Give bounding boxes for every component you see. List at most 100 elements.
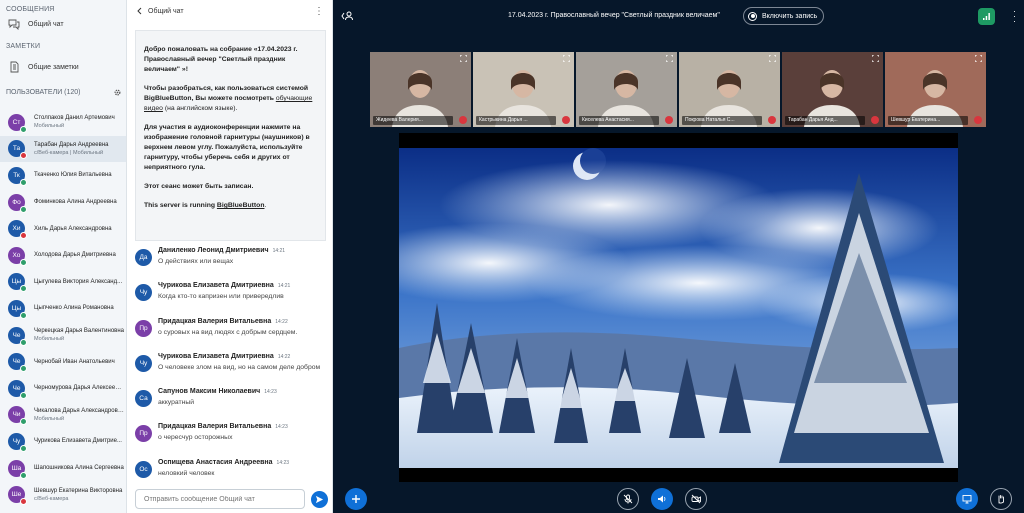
camera-button[interactable] <box>685 488 707 510</box>
message-body: Оспищева Анастасия Андреевна 14:23 неловки… <box>158 458 328 493</box>
expand-icon[interactable] <box>872 55 879 62</box>
webcam-tile[interactable]: Тарабан Дарья Анд... <box>782 52 883 127</box>
webcam-tile[interactable]: Покрова Наталья С... <box>679 52 780 127</box>
users-header: ПОЛЬЗОВАТЕЛИ (120) <box>0 80 126 101</box>
webcam-name: Кастрыкина Дарья ... <box>476 116 556 125</box>
user-name: Цыгулева Виктория Александ... <box>34 278 123 285</box>
message-author-line: Чурикова Елизавета Дмитриевна 14:22 <box>158 352 328 362</box>
bigbluebutton-link[interactable]: BigBlueButton <box>217 202 265 209</box>
user-list-item[interactable]: Цы Цыгулева Виктория Александ... <box>0 269 126 296</box>
status-indicator <box>20 125 27 133</box>
avatar-initials: Тк <box>13 171 20 179</box>
send-icon <box>315 495 324 504</box>
webcam-tile[interactable]: Киселева Анастасия... <box>576 52 677 127</box>
avatar: Ше <box>8 486 27 506</box>
webcam-tile[interactable]: Кастрыкина Дарья ... <box>473 52 574 127</box>
microphone-off-icon <box>623 494 633 504</box>
messages-section-title: СООБЩЕНИЯ <box>6 6 55 13</box>
avatar: Чи <box>8 406 27 426</box>
user-info: Хиль Дарья Александровна <box>34 225 124 233</box>
avatar: Чу <box>135 284 152 302</box>
avatar: Фо <box>8 193 27 213</box>
message-body: Придацкая Валерия Витальевна 14:22 о суров… <box>158 317 328 352</box>
notes-section-title: ЗАМЕТКИ <box>6 43 41 50</box>
mute-button[interactable] <box>617 488 639 510</box>
user-list-item[interactable]: Че Черномурова Дарья Алексеевна <box>0 375 126 402</box>
user-list-item[interactable]: Ша Шапошникова Алина Сергеевна <box>0 455 126 482</box>
message-text: О действиях или вещах <box>158 258 234 265</box>
user-list-item[interactable]: Че Чернобай Иван Анатольевич <box>0 348 126 375</box>
expand-icon[interactable] <box>460 55 467 62</box>
webcam-name: Киселева Анастасия... <box>579 116 659 125</box>
welcome-greeting: Добро пожаловать на собрание «17.04.2023… <box>144 46 298 73</box>
user-list-item[interactable]: Хо Холодова Дарья Дмитриевна <box>0 242 126 269</box>
shared-notes-link[interactable]: Общие заметки <box>0 58 126 76</box>
status-indicator <box>20 152 27 160</box>
user-list-item[interactable]: Чу Чурикова Елизавета Дмитрие... <box>0 428 126 455</box>
user-list-item[interactable]: Тк Ткаченко Юлия Витальевна <box>0 162 126 189</box>
message-author: Придацкая Валерия Витальевна <box>158 423 272 431</box>
webcam-tile[interactable]: Жидеева Валерия... <box>370 52 471 127</box>
user-name: Шевшур Екатерина Викторовна <box>34 487 123 494</box>
record-button[interactable]: Включить запись <box>743 7 825 25</box>
expand-icon[interactable] <box>769 55 776 62</box>
user-list-item[interactable]: Че Черкецкая Дарья Валентиновна Мобильный <box>0 322 126 349</box>
expand-icon[interactable] <box>563 55 570 62</box>
message-author: Даниленко Леонид Дмитриевич <box>158 247 269 254</box>
users-section-title: ПОЛЬЗОВАТЕЛИ (120) <box>6 89 81 96</box>
user-info: Чикалова Дарья Александровна Мобильный <box>34 407 124 423</box>
user-list-toggle-icon[interactable] <box>341 11 353 21</box>
expand-icon[interactable] <box>666 55 673 62</box>
actions-plus-button[interactable] <box>345 488 367 510</box>
avatar-initials: Че <box>12 384 21 392</box>
server-note-end: . <box>264 202 267 209</box>
user-info: Шапошникова Алина Сергеевна <box>34 464 124 472</box>
bottom-bar <box>333 487 1024 513</box>
user-list-item[interactable]: Цы Цыпченко Алина Романовна <box>0 295 126 322</box>
avatar: Са <box>135 390 152 408</box>
message-time: 14:21 <box>272 248 286 254</box>
user-info: Цыпченко Алина Романовна <box>34 304 124 312</box>
avatar-initials: Че <box>12 358 21 366</box>
presentation-button[interactable] <box>956 488 978 510</box>
user-name: Ткаченко Юлия Витальевна <box>34 172 112 179</box>
user-info: Цыгулева Виктория Александ... <box>34 278 124 286</box>
user-name: Цыпченко Алина Романовна <box>34 305 114 312</box>
status-indicator <box>20 205 27 213</box>
user-list-item[interactable]: Ше Шевшур Екатерина Викторовна с/Веб-камер… <box>0 481 126 508</box>
webcam-tile[interactable]: Шевшур Екатерина... <box>885 52 986 127</box>
sidebar: СООБЩЕНИЯ Общий чат ЗАМЕТКИ Общие заметк… <box>0 0 127 513</box>
avatar-initials: Чу <box>139 289 148 297</box>
status-indicator <box>20 471 27 479</box>
expand-icon[interactable] <box>975 55 982 62</box>
user-list-item[interactable]: Ст Столпаков Данил Артемович Мобильный <box>0 109 126 136</box>
user-name: Черкецкая Дарья Валентиновна <box>34 328 124 335</box>
user-list-item[interactable]: Та Тарабан Дарья Андреевна с/Веб-камера | … <box>0 135 126 163</box>
avatar: Пр <box>135 319 152 337</box>
avatar: Та <box>8 140 27 160</box>
send-button[interactable] <box>311 491 328 508</box>
message-time: 14:22 <box>275 318 288 325</box>
connection-status-button[interactable] <box>978 8 995 25</box>
chat-options-icon[interactable]: ⋮ <box>314 6 324 17</box>
gear-icon[interactable] <box>113 88 122 97</box>
avatar-initials: Хи <box>12 225 21 233</box>
user-list-item[interactable]: Хи Хиль Дарья Александровна <box>0 215 126 242</box>
winter-forest-image <box>349 133 979 482</box>
public-chat-link[interactable]: Общий чат <box>0 15 126 33</box>
avatar-initials: Да <box>139 254 148 261</box>
chevron-left-icon <box>137 7 142 15</box>
chat-back-button[interactable]: Общий чат <box>136 7 184 15</box>
user-info: Столпаков Данил Артемович Мобильный <box>34 114 124 130</box>
avatar: Ос <box>135 460 152 478</box>
chat-header: Общий чат ⋮ <box>128 0 332 22</box>
avatar-initials: Ст <box>12 118 21 126</box>
user-list-item[interactable]: Фо Фоминкова Алина Андреевна <box>0 189 126 216</box>
audio-button[interactable] <box>651 488 673 510</box>
chat-panel: Общий чат ⋮ Добро пожаловать на собрание… <box>128 0 333 513</box>
user-list-item[interactable]: Чи Чикалова Дарья Александровна Мобильный <box>0 402 126 429</box>
chat-message-input[interactable] <box>135 489 305 509</box>
raise-hand-button[interactable] <box>990 488 1012 510</box>
options-menu-icon[interactable]: · · · <box>1013 7 1016 26</box>
status-indicator <box>20 418 27 426</box>
